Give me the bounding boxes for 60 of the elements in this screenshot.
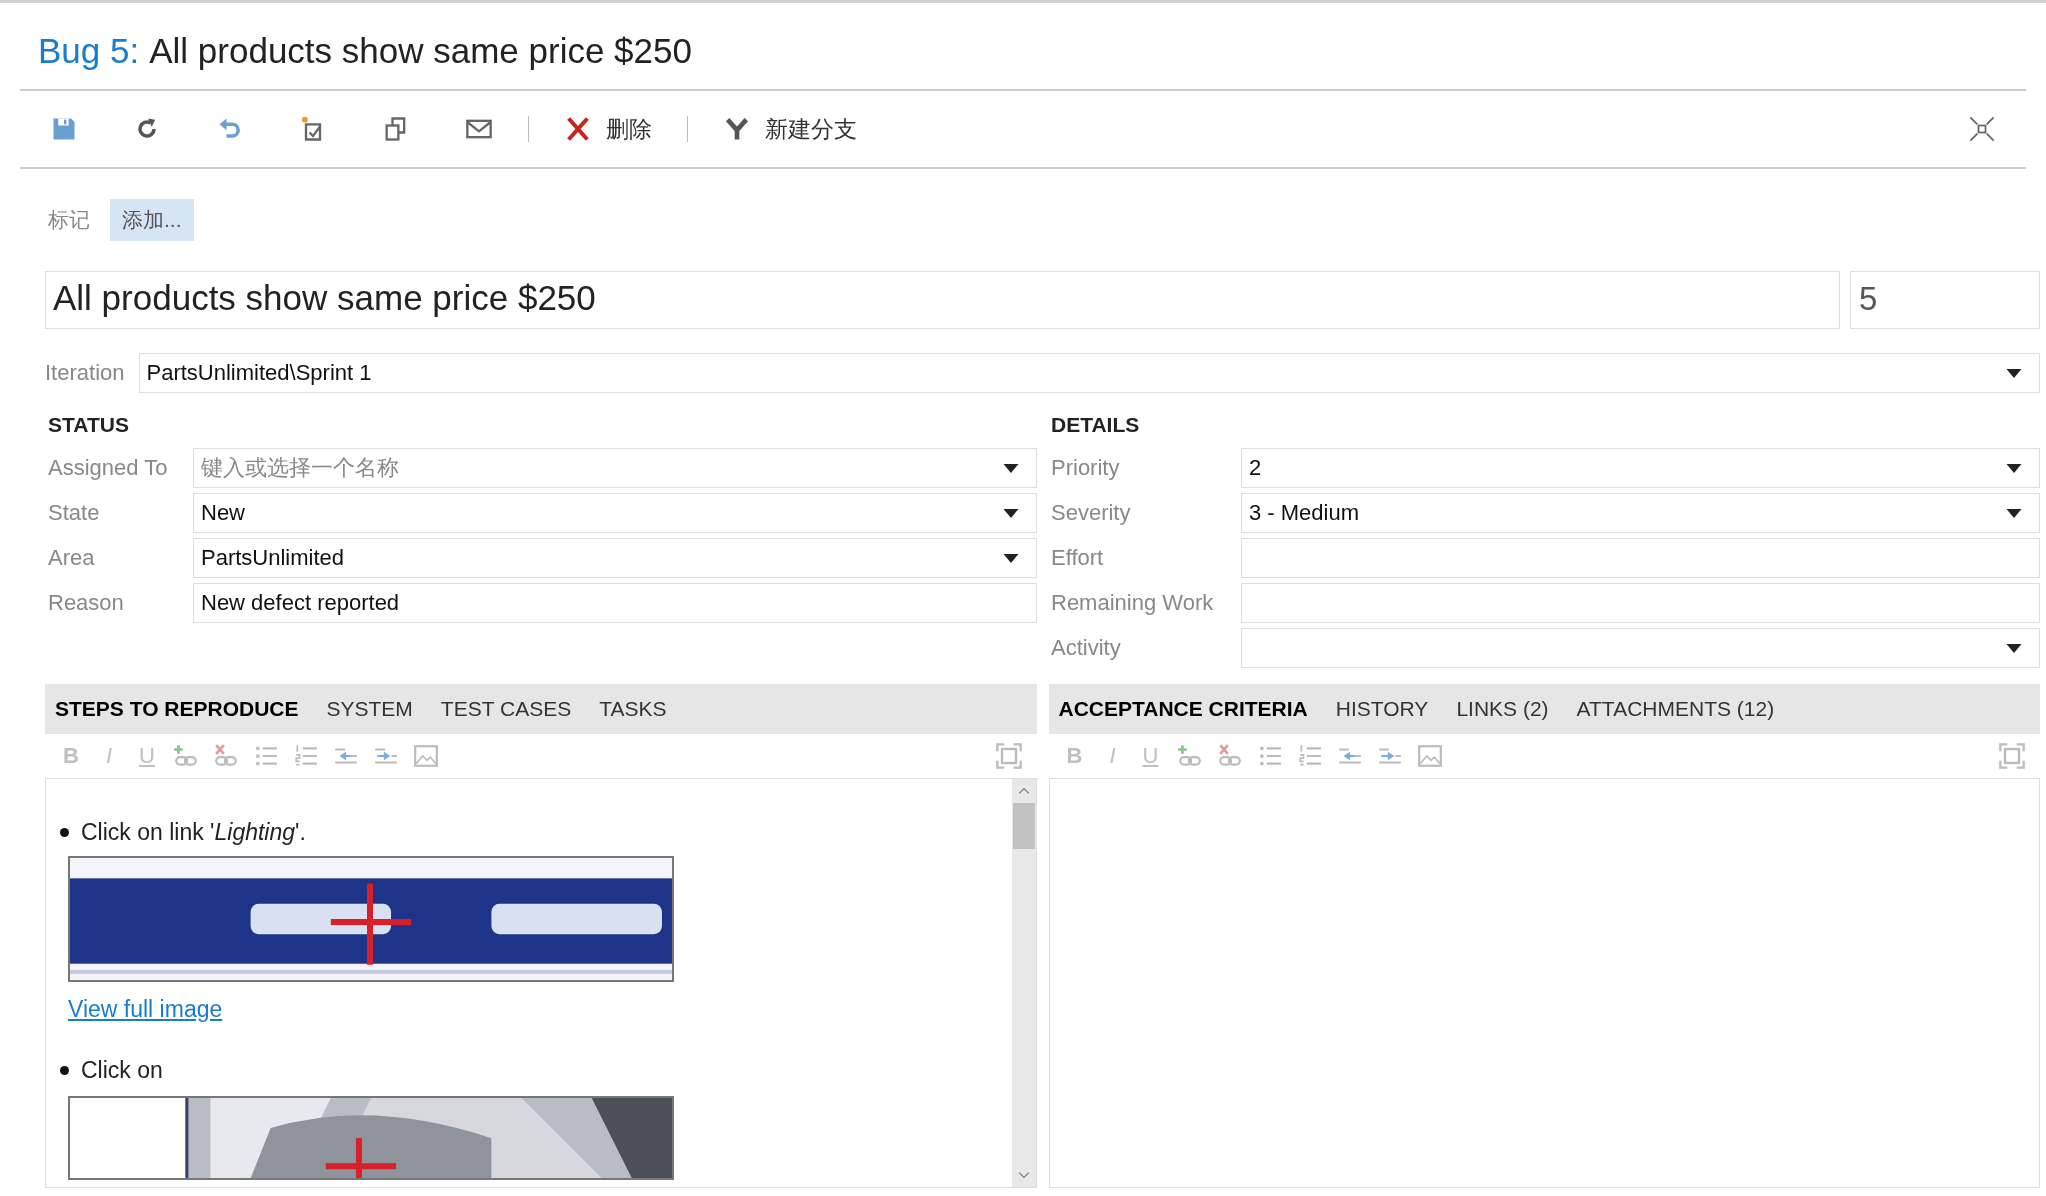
- tab[interactable]: ATTACHMENTS (12): [1576, 697, 1775, 721]
- fullscreen-button[interactable]: [1968, 115, 1996, 143]
- text-field[interactable]: New defect reported: [193, 583, 1037, 623]
- field-label: Activity: [1051, 635, 1122, 661]
- tab[interactable]: TEST CASES: [440, 697, 572, 721]
- remove-link-icon[interactable]: [213, 743, 239, 769]
- text-field[interactable]: [1241, 583, 2040, 623]
- step-text: Click on link 'Lighting'.: [81, 819, 306, 846]
- dropdown-field[interactable]: PartsUnlimited\Sprint 1: [138, 353, 2040, 393]
- dropdown-field[interactable]: PartsUnlimited: [193, 538, 1037, 578]
- scrollbar[interactable]: [1011, 779, 1036, 1187]
- remove-link-icon[interactable]: [1216, 743, 1243, 769]
- maximize-icon[interactable]: [1998, 742, 2026, 770]
- add-link-icon[interactable]: [1176, 743, 1203, 769]
- tab[interactable]: TASKS: [599, 697, 667, 721]
- tab[interactable]: ACCEPTANCE CRITERIA: [1058, 697, 1308, 721]
- image-icon[interactable]: [413, 743, 439, 769]
- title-field[interactable]: All products show same price $250: [45, 271, 1840, 329]
- dropdown-field[interactable]: New: [193, 493, 1037, 533]
- field-label: Priority: [1051, 455, 1121, 481]
- field-label: Area: [48, 545, 96, 571]
- collapse-icon: [1968, 115, 1996, 143]
- view-image-link[interactable]: View full image: [68, 996, 223, 1023]
- tab[interactable]: STEPS TO REPRODUCE: [55, 697, 299, 721]
- tab[interactable]: SYSTEM: [326, 697, 413, 721]
- scrollbar-thumb[interactable]: [1012, 803, 1035, 849]
- branch-button[interactable]: 新建分支: [723, 113, 857, 145]
- branch-icon: [723, 115, 751, 143]
- step-text: Click on: [81, 1057, 163, 1084]
- field-label: State: [48, 500, 101, 526]
- work-item-title: All products show same price $250: [149, 31, 692, 71]
- tab[interactable]: LINKS (2): [1456, 697, 1549, 721]
- dropdown-field[interactable]: 3 - Medium: [1241, 493, 2040, 533]
- work-item-type: Bug 5:: [38, 31, 140, 71]
- field-label: Reason: [48, 590, 125, 616]
- delete-button[interactable]: 删除: [564, 113, 652, 145]
- tags-label: 标记: [48, 207, 90, 233]
- rich-text-editor[interactable]: [1048, 778, 2040, 1188]
- field-label: Severity: [1051, 500, 1132, 526]
- maximize-icon[interactable]: [994, 742, 1023, 770]
- scroll-down-icon[interactable]: [1017, 1171, 1030, 1179]
- bullet-icon: [60, 828, 69, 837]
- rich-text-editor[interactable]: Click on link 'Lighting'. View full image Click on: [45, 778, 1037, 1188]
- add-link-icon[interactable]: [173, 743, 199, 769]
- text-field[interactable]: [1241, 538, 2040, 578]
- id-field[interactable]: 5: [1850, 271, 2040, 329]
- field-label: Effort: [1051, 545, 1105, 571]
- dropdown-field[interactable]: 2: [1241, 448, 2040, 488]
- image-icon[interactable]: [1416, 743, 1443, 769]
- section-heading: STATUS: [48, 413, 130, 437]
- tab[interactable]: HISTORY: [1335, 697, 1429, 721]
- field-label: Assigned To: [48, 455, 169, 481]
- dropdown-field[interactable]: 键入或选择一个名称: [193, 448, 1037, 488]
- field-label: Iteration: [45, 360, 125, 386]
- scroll-up-icon[interactable]: [1017, 787, 1030, 795]
- dropdown-field[interactable]: [1241, 628, 2040, 668]
- section-heading: DETAILS: [1051, 413, 1141, 437]
- field-label: Remaining Work: [1051, 590, 1215, 616]
- add-tag-button[interactable]: 添加...: [110, 199, 194, 241]
- bullet-icon: [60, 1066, 69, 1075]
